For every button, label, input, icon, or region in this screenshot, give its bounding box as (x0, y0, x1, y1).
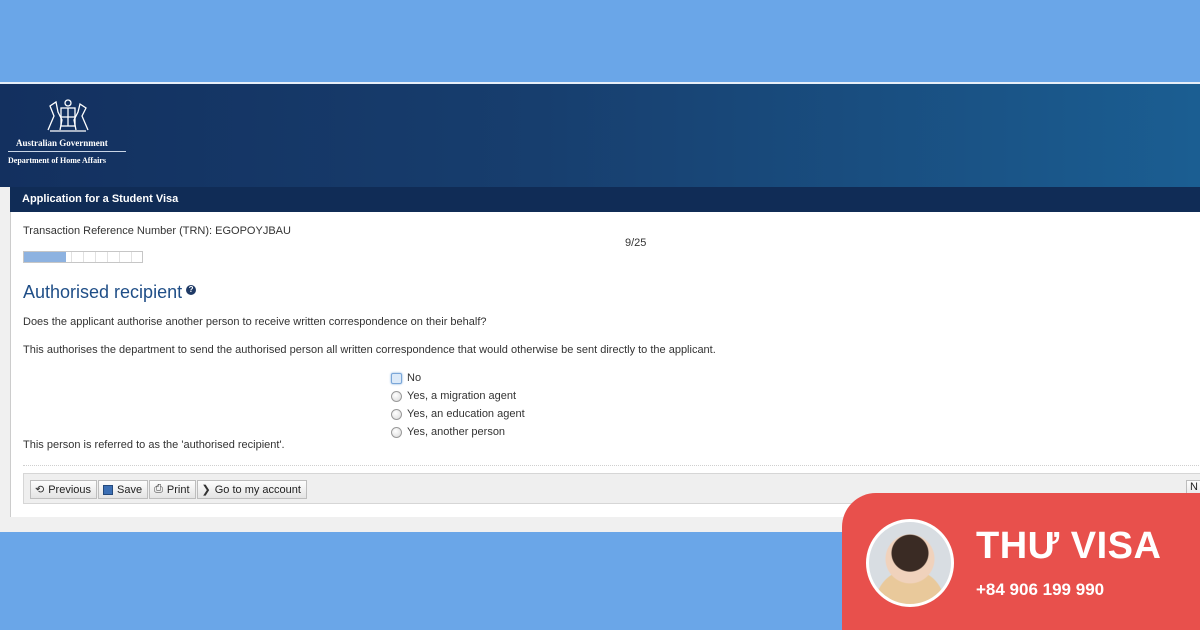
go-to-account-button[interactable]: ❯ Go to my account (196, 480, 307, 499)
progress-fill (24, 252, 67, 262)
print-button[interactable]: ⎙ Print (149, 480, 196, 499)
option-migration-agent-label: Yes, a migration agent (407, 390, 517, 402)
site-header: Australian Government Department of Home… (0, 84, 1200, 187)
previous-button[interactable]: ⟲ Previous (30, 480, 98, 499)
brand-badge: THƯ VISA +84 906 199 990 (842, 493, 1200, 630)
page-title-text: Authorised recipient (23, 282, 183, 302)
floppy-disk-icon (103, 484, 114, 495)
government-logo: Australian Government Department of Home… (8, 96, 133, 165)
previous-label: Previous (48, 483, 92, 496)
page-title: Authorised recipient? (23, 282, 197, 303)
coat-of-arms-icon (47, 99, 89, 132)
note-text: This person is referred to as the 'autho… (23, 439, 285, 451)
option-no-label: No (407, 372, 422, 384)
trn-text: Transaction Reference Number (TRN): EGOP… (23, 225, 291, 237)
option-another-person[interactable]: Yes, another person (391, 423, 525, 441)
explanation-text: This authorises the department to send t… (23, 344, 716, 356)
option-migration-agent[interactable]: Yes, a migration agent (391, 387, 525, 405)
print-label: Print (166, 483, 190, 496)
option-education-agent-label: Yes, an education agent (407, 408, 525, 420)
radio-no[interactable] (391, 372, 402, 384)
divider (23, 465, 1200, 466)
option-education-agent[interactable]: Yes, an education agent (391, 405, 525, 423)
save-label: Save (117, 483, 143, 496)
application-title-bar: Application for a Student Visa (10, 187, 1200, 212)
form-panel: Transaction Reference Number (TRN): EGOP… (10, 212, 1200, 517)
department-title: Department of Home Affairs (8, 156, 106, 165)
browser-screenshot: Australian Government Department of Home… (0, 82, 1200, 532)
avatar (866, 519, 954, 607)
printer-icon: ⎙ (154, 483, 163, 495)
brand-name: THƯ VISA (976, 525, 1162, 567)
help-icon[interactable]: ? (186, 285, 197, 295)
chevron-right-icon: ❯ (201, 484, 211, 496)
radio-another-person[interactable] (391, 426, 402, 438)
page-count: 9/25 (625, 237, 647, 249)
radio-education-agent[interactable] (391, 408, 402, 420)
gov-title: Australian Government (16, 138, 108, 148)
option-no[interactable]: No (391, 369, 525, 387)
account-label: Go to my account (214, 483, 301, 496)
option-another-person-label: Yes, another person (407, 426, 506, 438)
recipient-options: No Yes, a migration agent Yes, an educat… (391, 369, 525, 441)
question-text: Does the applicant authorise another per… (23, 316, 487, 328)
refresh-arrow-icon: ⟲ (35, 484, 45, 496)
logo-divider (8, 151, 126, 152)
save-button[interactable]: Save (98, 480, 149, 499)
radio-migration-agent[interactable] (391, 390, 402, 402)
progress-bar (23, 251, 143, 263)
brand-phone: +84 906 199 990 (976, 580, 1105, 599)
